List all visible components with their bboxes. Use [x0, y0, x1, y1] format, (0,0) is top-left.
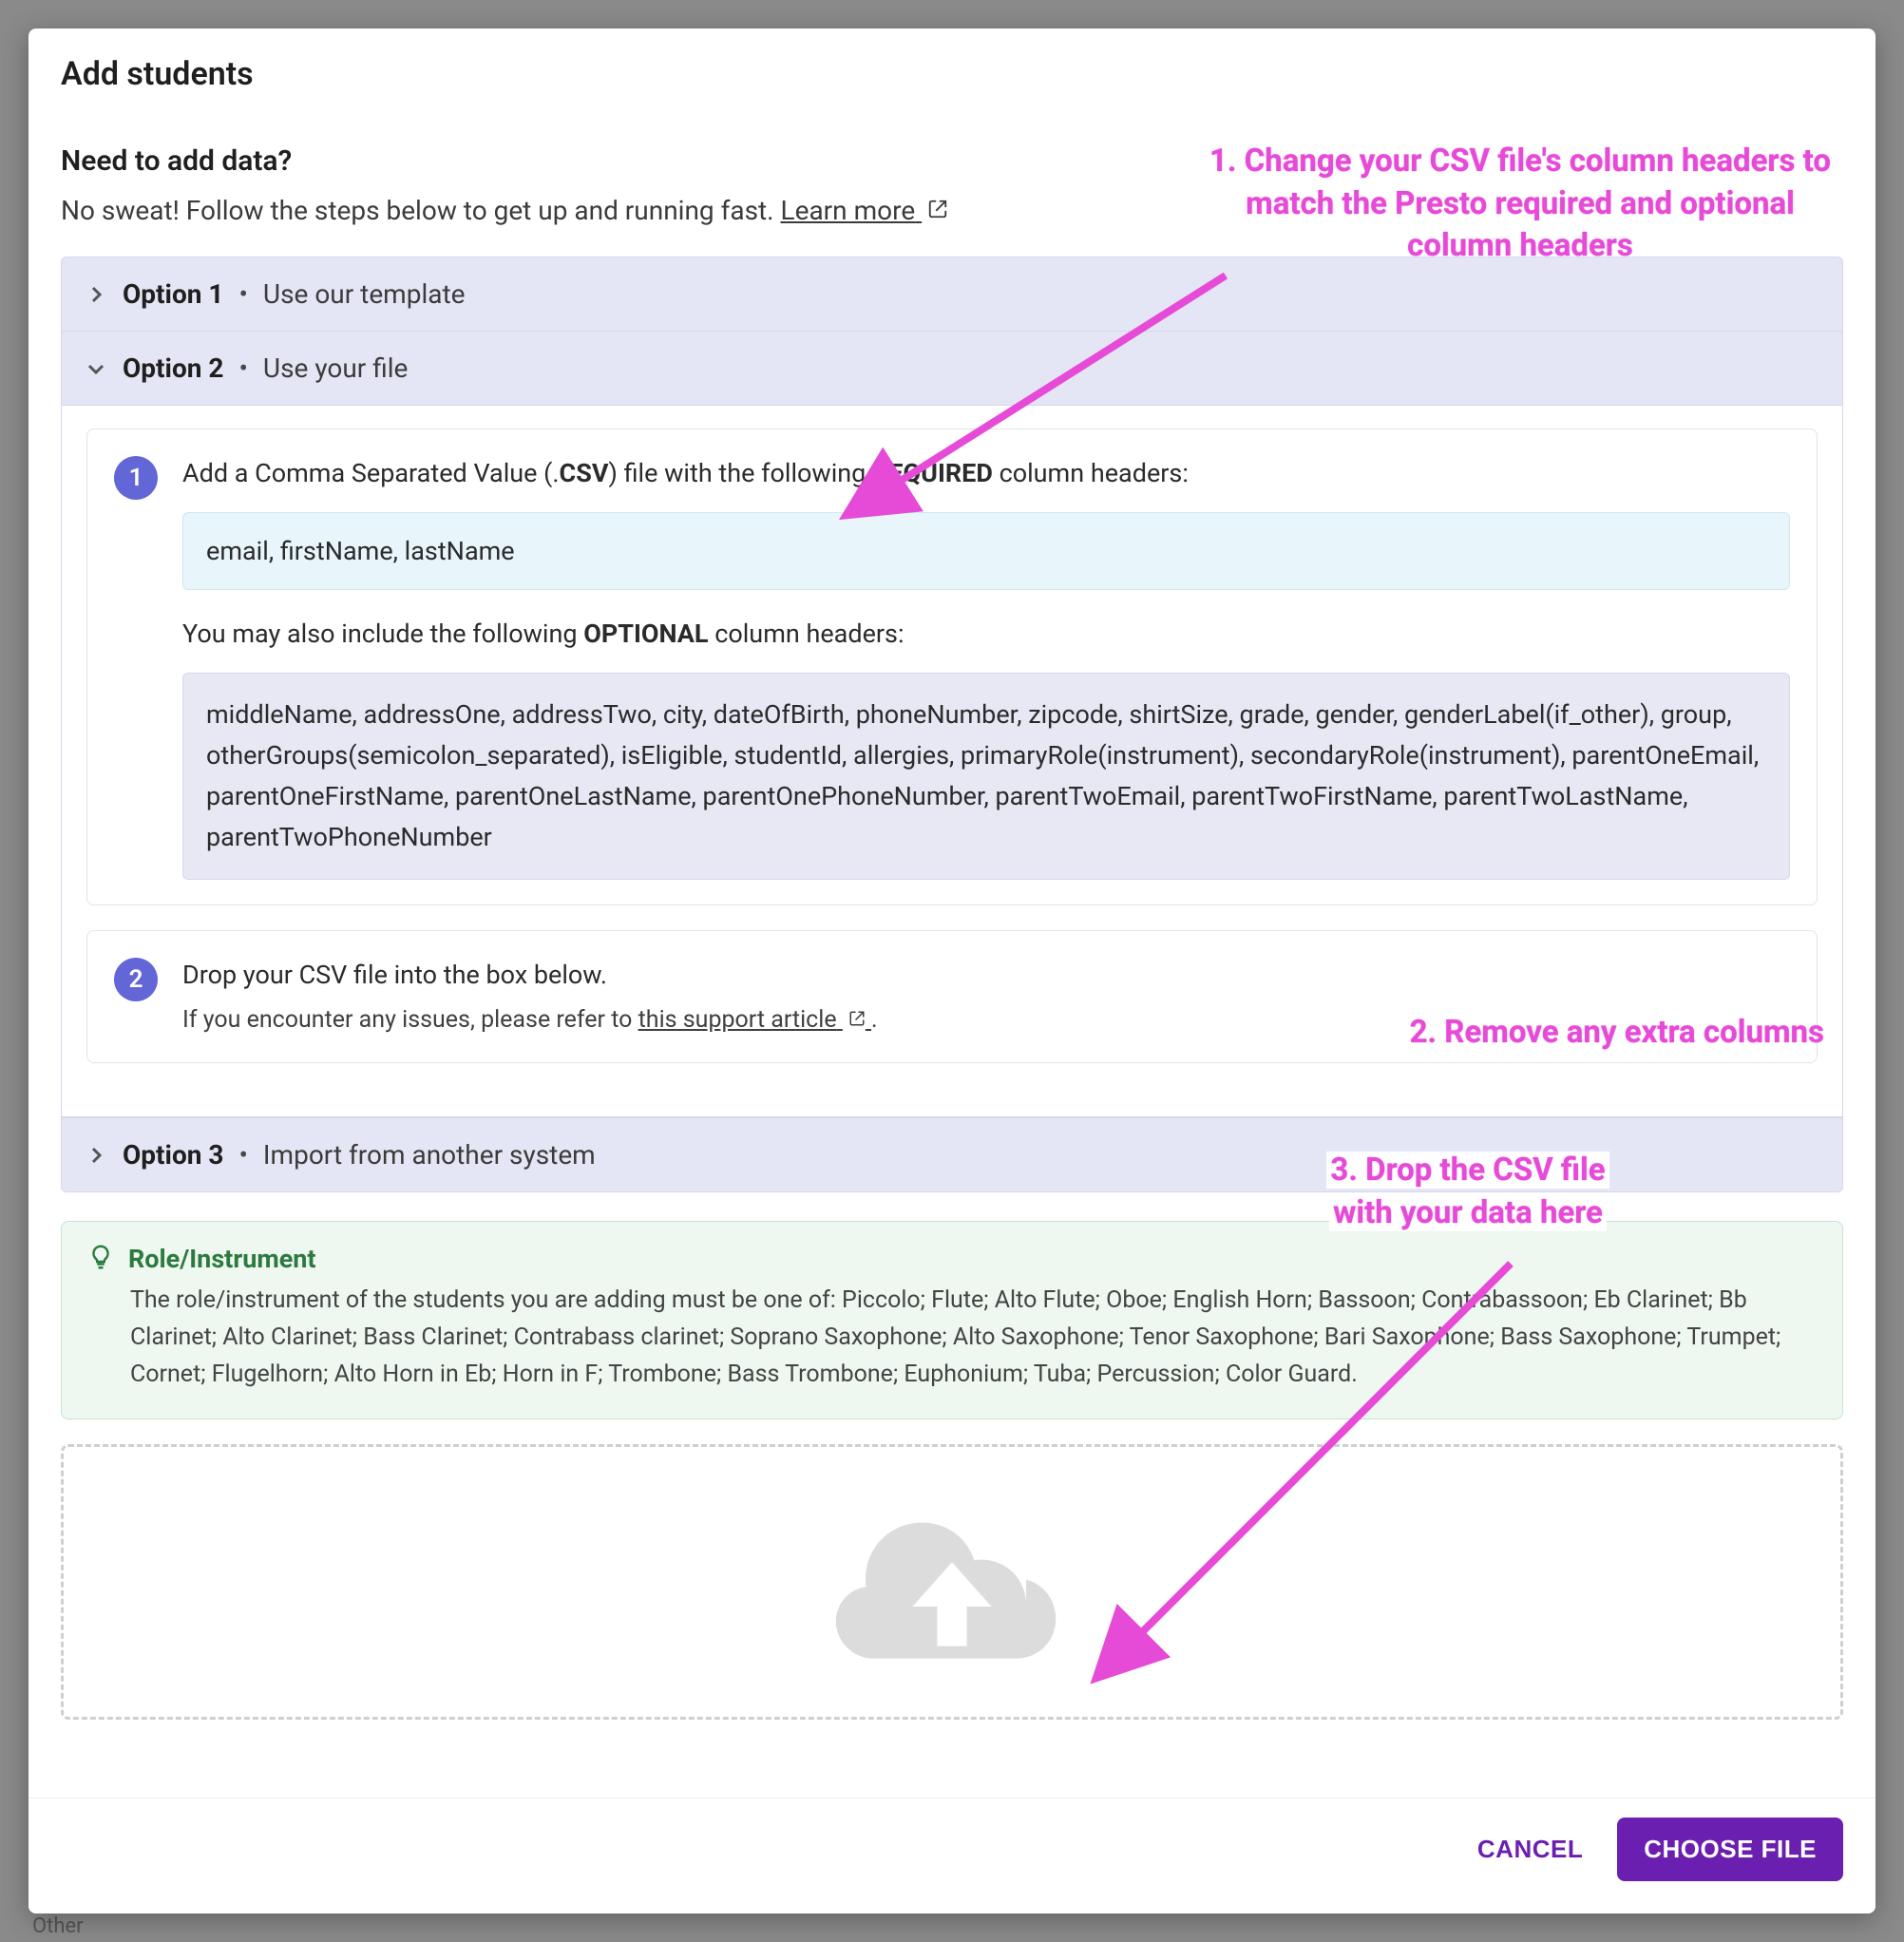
- s1-opt: OPTIONAL: [583, 619, 708, 649]
- modal-footer: CANCEL CHOOSE FILE: [29, 1798, 1875, 1913]
- role-instrument-card: Role/Instrument The role/instrument of t…: [61, 1221, 1843, 1418]
- modal-header: Add students: [29, 29, 1875, 108]
- modal-title: Add students: [61, 55, 1843, 93]
- step-2-text: Drop your CSV file into the box below. I…: [182, 956, 1790, 1038]
- modal-body: Need to add data? No sweat! Follow the s…: [29, 108, 1875, 1798]
- s1-may-b: column headers:: [709, 619, 904, 649]
- option-3-header[interactable]: Option 3 • Import from another system: [61, 1117, 1843, 1192]
- s1-may-a: You may also include the following: [182, 619, 583, 649]
- option-sep: •: [238, 352, 247, 384]
- option-sep: •: [238, 278, 247, 310]
- option-1-header[interactable]: Option 1 • Use our template: [61, 257, 1843, 332]
- lightbulb-icon: [86, 1243, 115, 1275]
- step-1-badge: 1: [114, 456, 158, 500]
- option-sep: •: [238, 1139, 247, 1171]
- option-2-panel: 1 Add a Comma Separated Value (.CSV) fil…: [61, 406, 1843, 1117]
- s2-note-b: .: [871, 1006, 878, 1034]
- s1-c: column headers:: [993, 458, 1189, 488]
- step-2-card: 2 Drop your CSV file into the box below.…: [86, 930, 1818, 1063]
- option-2-label: Option 2: [123, 352, 223, 384]
- add-students-modal: Add students Need to add data? No sweat!…: [29, 29, 1875, 1913]
- learn-more-label: Learn more: [781, 195, 916, 226]
- option-2-header[interactable]: Option 2 • Use your file: [61, 332, 1843, 406]
- s2-note-a: If you encounter any issues, please refe…: [182, 1006, 638, 1034]
- need-subtext: No sweat! Follow the steps below to get …: [61, 195, 1843, 226]
- s1-csv: CSV: [560, 458, 609, 488]
- option-1-label: Option 1: [123, 278, 223, 310]
- background-text: Other: [32, 1914, 84, 1938]
- s1-a: Add a Comma Separated Value (.: [182, 458, 560, 488]
- step-1-card: 1 Add a Comma Separated Value (.CSV) fil…: [86, 428, 1818, 905]
- step-2-title: Drop your CSV file into the box below.: [182, 956, 1790, 995]
- support-article-label: this support article: [638, 1006, 837, 1034]
- chevron-right-icon: [85, 283, 107, 306]
- support-article-link[interactable]: this support article: [638, 1006, 871, 1034]
- required-headers-box: email, firstName, lastName: [182, 512, 1790, 591]
- s1-req: REQUIRED: [872, 458, 993, 488]
- option-1-desc: Use our template: [263, 278, 466, 310]
- s1-b: ) file with the following: [608, 458, 872, 488]
- role-instrument-title: Role/Instrument: [128, 1244, 316, 1274]
- cancel-button[interactable]: CANCEL: [1468, 1818, 1592, 1881]
- file-drop-zone[interactable]: [61, 1444, 1843, 1720]
- need-heading: Need to add data?: [61, 144, 1843, 178]
- external-link-icon: [927, 195, 948, 226]
- chevron-right-icon: [85, 1144, 107, 1167]
- chevron-down-icon: [85, 357, 107, 380]
- cloud-upload-icon: [828, 1492, 1076, 1672]
- step-1-text: Add a Comma Separated Value (.CSV) file …: [182, 454, 1790, 880]
- option-2-desc: Use your file: [263, 352, 408, 384]
- need-subtext-pre: No sweat! Follow the steps below to get …: [61, 195, 781, 226]
- option-3-label: Option 3: [123, 1139, 223, 1171]
- external-link-icon: [848, 1002, 866, 1038]
- choose-file-button[interactable]: CHOOSE FILE: [1617, 1818, 1843, 1881]
- optional-headers-box: middleName, addressOne, addressTwo, city…: [182, 673, 1790, 881]
- learn-more-link[interactable]: Learn more: [781, 195, 949, 226]
- role-instrument-body: The role/instrument of the students you …: [130, 1283, 1818, 1393]
- step-2-badge: 2: [114, 958, 158, 1001]
- option-3-desc: Import from another system: [263, 1139, 596, 1171]
- step-2-note: If you encounter any issues, please refe…: [182, 1002, 1790, 1038]
